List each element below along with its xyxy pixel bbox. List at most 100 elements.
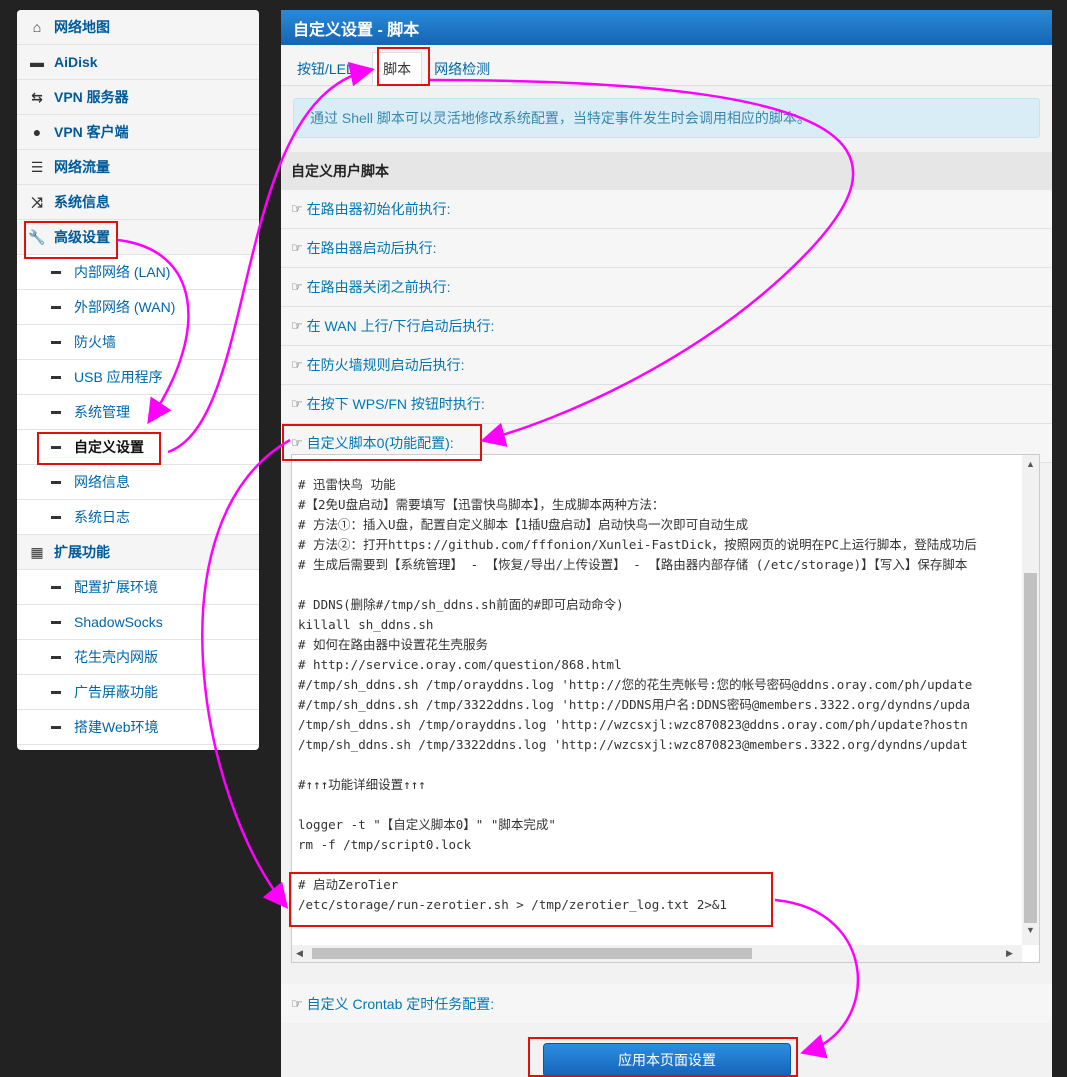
script-textarea[interactable]: # 迅雷快鸟 功能 #【2免U盘启动】需要填写【迅雷快鸟脚本】，生成脚本两种方法：… bbox=[298, 475, 1018, 945]
retweet-icon: ⇆ bbox=[31, 88, 43, 105]
code-line: # 启动ZeroTier bbox=[298, 877, 399, 892]
sidebar-item-6[interactable]: 🔧 高级设置 bbox=[17, 220, 259, 255]
scroll-up-icon[interactable]: ▲ bbox=[1026, 459, 1035, 469]
code-line: #/tmp/sh_ddns.sh /tmp/3322ddns.log 'http… bbox=[298, 697, 971, 712]
sidebar-item-label: 广告屏蔽功能 bbox=[74, 684, 158, 700]
code-line: #↑↑↑功能详细设置↑↑↑ bbox=[298, 777, 426, 792]
sidebar-item-12[interactable]: 自定义设置 bbox=[17, 430, 259, 465]
scroll-left-icon[interactable]: ◀ bbox=[296, 948, 303, 959]
sidebar-item-20[interactable]: 搭建Web环境 bbox=[17, 710, 259, 745]
sidebar-item-label: AiDisk bbox=[54, 54, 98, 70]
code-line: # 方法①：插入U盘，配置自定义脚本【1插U盘启动】启动快鸟一次即可自动生成 bbox=[298, 517, 749, 532]
script-editor[interactable]: # 迅雷快鸟 功能 #【2免U盘启动】需要填写【迅雷快鸟脚本】，生成脚本两种方法：… bbox=[291, 454, 1040, 963]
crontab-row-label: 自定义 Crontab 定时任务配置: bbox=[306, 995, 495, 1012]
horizontal-scrollbar[interactable]: ◀ ▶ bbox=[292, 945, 1022, 962]
sidebar-item-label: USB 应用程序 bbox=[74, 369, 163, 385]
crontab-row[interactable]: ☞ 自定义 Crontab 定时任务配置: bbox=[281, 984, 1052, 1023]
sidebar-item-16[interactable]: 配置扩展环境 bbox=[17, 570, 259, 605]
disk-icon: ▬ bbox=[30, 54, 44, 70]
minus-icon bbox=[51, 305, 61, 309]
hand-pointer-icon: ☞ bbox=[291, 279, 303, 294]
scroll-down-icon[interactable]: ▼ bbox=[1026, 925, 1035, 935]
minus-icon bbox=[51, 480, 61, 484]
sidebar-item-4[interactable]: ☰ 网络流量 bbox=[17, 150, 259, 185]
script-row-3[interactable]: ☞ 在 WAN 上行/下行启动后执行: bbox=[281, 307, 1052, 346]
sidebar-item-2[interactable]: ⇆ VPN 服务器 bbox=[17, 80, 259, 115]
tab-script[interactable]: 脚本 bbox=[372, 52, 423, 85]
sidebar-item-label: 网络流量 bbox=[54, 159, 110, 175]
minus-icon bbox=[51, 340, 61, 344]
sidebar-item-15[interactable]: ▦ 扩展功能 bbox=[17, 535, 259, 570]
minus-icon bbox=[51, 620, 61, 624]
sidebar: ⌂ 网络地图 ▬ AiDisk ⇆ VPN 服务器 ● VPN 客户端 ☰ 网络流量 ⤨ 系统信息 🔧 高… bbox=[17, 10, 259, 750]
sidebar-item-label: 配置扩展环境 bbox=[74, 579, 158, 595]
sidebar-item-5[interactable]: ⤨ 系统信息 bbox=[17, 185, 259, 220]
sidebar-item-3[interactable]: ● VPN 客户端 bbox=[17, 115, 259, 150]
minus-icon bbox=[51, 690, 61, 694]
script-row-0[interactable]: ☞ 在路由器初始化前执行: bbox=[281, 190, 1052, 229]
sidebar-item-label: VPN 客户端 bbox=[54, 124, 129, 140]
sidebar-item-18[interactable]: 花生壳内网版 bbox=[17, 640, 259, 675]
sidebar-item-19[interactable]: 广告屏蔽功能 bbox=[17, 675, 259, 710]
script-row-label: 自定义脚本0(功能配置): bbox=[306, 435, 454, 451]
sidebar-item-label: 防火墙 bbox=[74, 334, 116, 350]
hand-pointer-icon: ☞ bbox=[291, 318, 303, 333]
script-row-4[interactable]: ☞ 在防火墙规则启动后执行: bbox=[281, 346, 1052, 385]
hand-pointer-icon: ☞ bbox=[291, 201, 303, 216]
code-line: # 生成后需要到【系统管理】 - 【恢复/导出/上传设置】 - 【路由器内部存储… bbox=[298, 557, 968, 572]
sidebar-item-label: 系统信息 bbox=[54, 194, 110, 210]
code-line: killall sh_ddns.sh bbox=[298, 617, 434, 632]
script-row-5[interactable]: ☞ 在按下 WPS/FN 按钮时执行: bbox=[281, 385, 1052, 424]
hand-pointer-icon: ☞ bbox=[291, 396, 303, 411]
sidebar-item-17[interactable]: ShadowSocks bbox=[17, 605, 259, 640]
script-row-2[interactable]: ☞ 在路由器关闭之前执行: bbox=[281, 268, 1052, 307]
main-panel: 自定义设置 - 脚本 按钮/LED 脚本 网络检测 通过 Shell 脚本可以灵… bbox=[281, 10, 1052, 1077]
sidebar-item-8[interactable]: 外部网络 (WAN) bbox=[17, 290, 259, 325]
sidebar-item-1[interactable]: ▬ AiDisk bbox=[17, 45, 259, 80]
code-line: logger -t "【自定义脚本0】" "脚本完成" bbox=[298, 817, 556, 832]
sidebar-item-label: 高级设置 bbox=[54, 229, 110, 245]
script-row-label: 在 WAN 上行/下行启动后执行: bbox=[306, 318, 495, 334]
home-icon: ⌂ bbox=[32, 19, 42, 35]
sidebar-item-9[interactable]: 防火墙 bbox=[17, 325, 259, 360]
sidebar-item-label: 系统管理 bbox=[74, 404, 130, 420]
sidebar-item-13[interactable]: 网络信息 bbox=[17, 465, 259, 500]
code-line: # http://service.oray.com/question/868.h… bbox=[298, 657, 622, 672]
tab-button-led[interactable]: 按钮/LED bbox=[293, 53, 364, 85]
script-row-label: 在路由器初始化前执行: bbox=[306, 201, 451, 217]
script-row-1[interactable]: ☞ 在路由器启动后执行: bbox=[281, 229, 1052, 268]
sidebar-item-0[interactable]: ⌂ 网络地图 bbox=[17, 10, 259, 45]
hdd-icon: ☰ bbox=[30, 158, 44, 175]
sidebar-item-10[interactable]: USB 应用程序 bbox=[17, 360, 259, 395]
script-row-label: 在按下 WPS/FN 按钮时执行: bbox=[306, 396, 485, 412]
vertical-scroll-thumb[interactable] bbox=[1024, 573, 1037, 923]
horizontal-scroll-thumb[interactable] bbox=[312, 948, 752, 959]
script-row-label: 在防火墙规则启动后执行: bbox=[306, 357, 465, 373]
minus-icon bbox=[51, 585, 61, 589]
sidebar-item-label: VPN 服务器 bbox=[54, 89, 129, 105]
sidebar-item-7[interactable]: 内部网络 (LAN) bbox=[17, 255, 259, 290]
sidebar-item-label: ShadowSocks bbox=[74, 614, 163, 630]
sidebar-item-label: 内部网络 (LAN) bbox=[74, 264, 171, 280]
tab-network-check[interactable]: 网络检测 bbox=[430, 53, 498, 85]
code-line: # DDNS(删除#/tmp/sh_ddns.sh前面的#即可启动命令) bbox=[298, 597, 624, 612]
script-rows: ☞ 在路由器初始化前执行: ☞ 在路由器启动后执行: ☞ 在路由器关闭之前执行: ☞ 在 WA… bbox=[281, 190, 1052, 463]
sidebar-item-label: 扩展功能 bbox=[54, 544, 110, 560]
minus-icon bbox=[51, 375, 61, 379]
script-row-label: 在路由器启动后执行: bbox=[306, 240, 437, 256]
code-line: #/tmp/sh_ddns.sh /tmp/orayddns.log 'http… bbox=[298, 677, 973, 692]
wrench-icon: 🔧 bbox=[28, 228, 46, 245]
scroll-right-icon[interactable]: ▶ bbox=[1006, 948, 1013, 959]
sidebar-item-14[interactable]: 系统日志 bbox=[17, 500, 259, 535]
vertical-scrollbar[interactable]: ▲ ▼ bbox=[1022, 455, 1039, 945]
sidebar-item-label: 系统日志 bbox=[74, 509, 130, 525]
minus-icon bbox=[51, 270, 61, 274]
minus-icon bbox=[51, 515, 61, 519]
minus-icon bbox=[51, 655, 61, 659]
apply-button[interactable]: 应用本页面设置 bbox=[543, 1043, 791, 1077]
sidebar-item-11[interactable]: 系统管理 bbox=[17, 395, 259, 430]
sidebar-item-label: 网络地图 bbox=[54, 19, 110, 35]
